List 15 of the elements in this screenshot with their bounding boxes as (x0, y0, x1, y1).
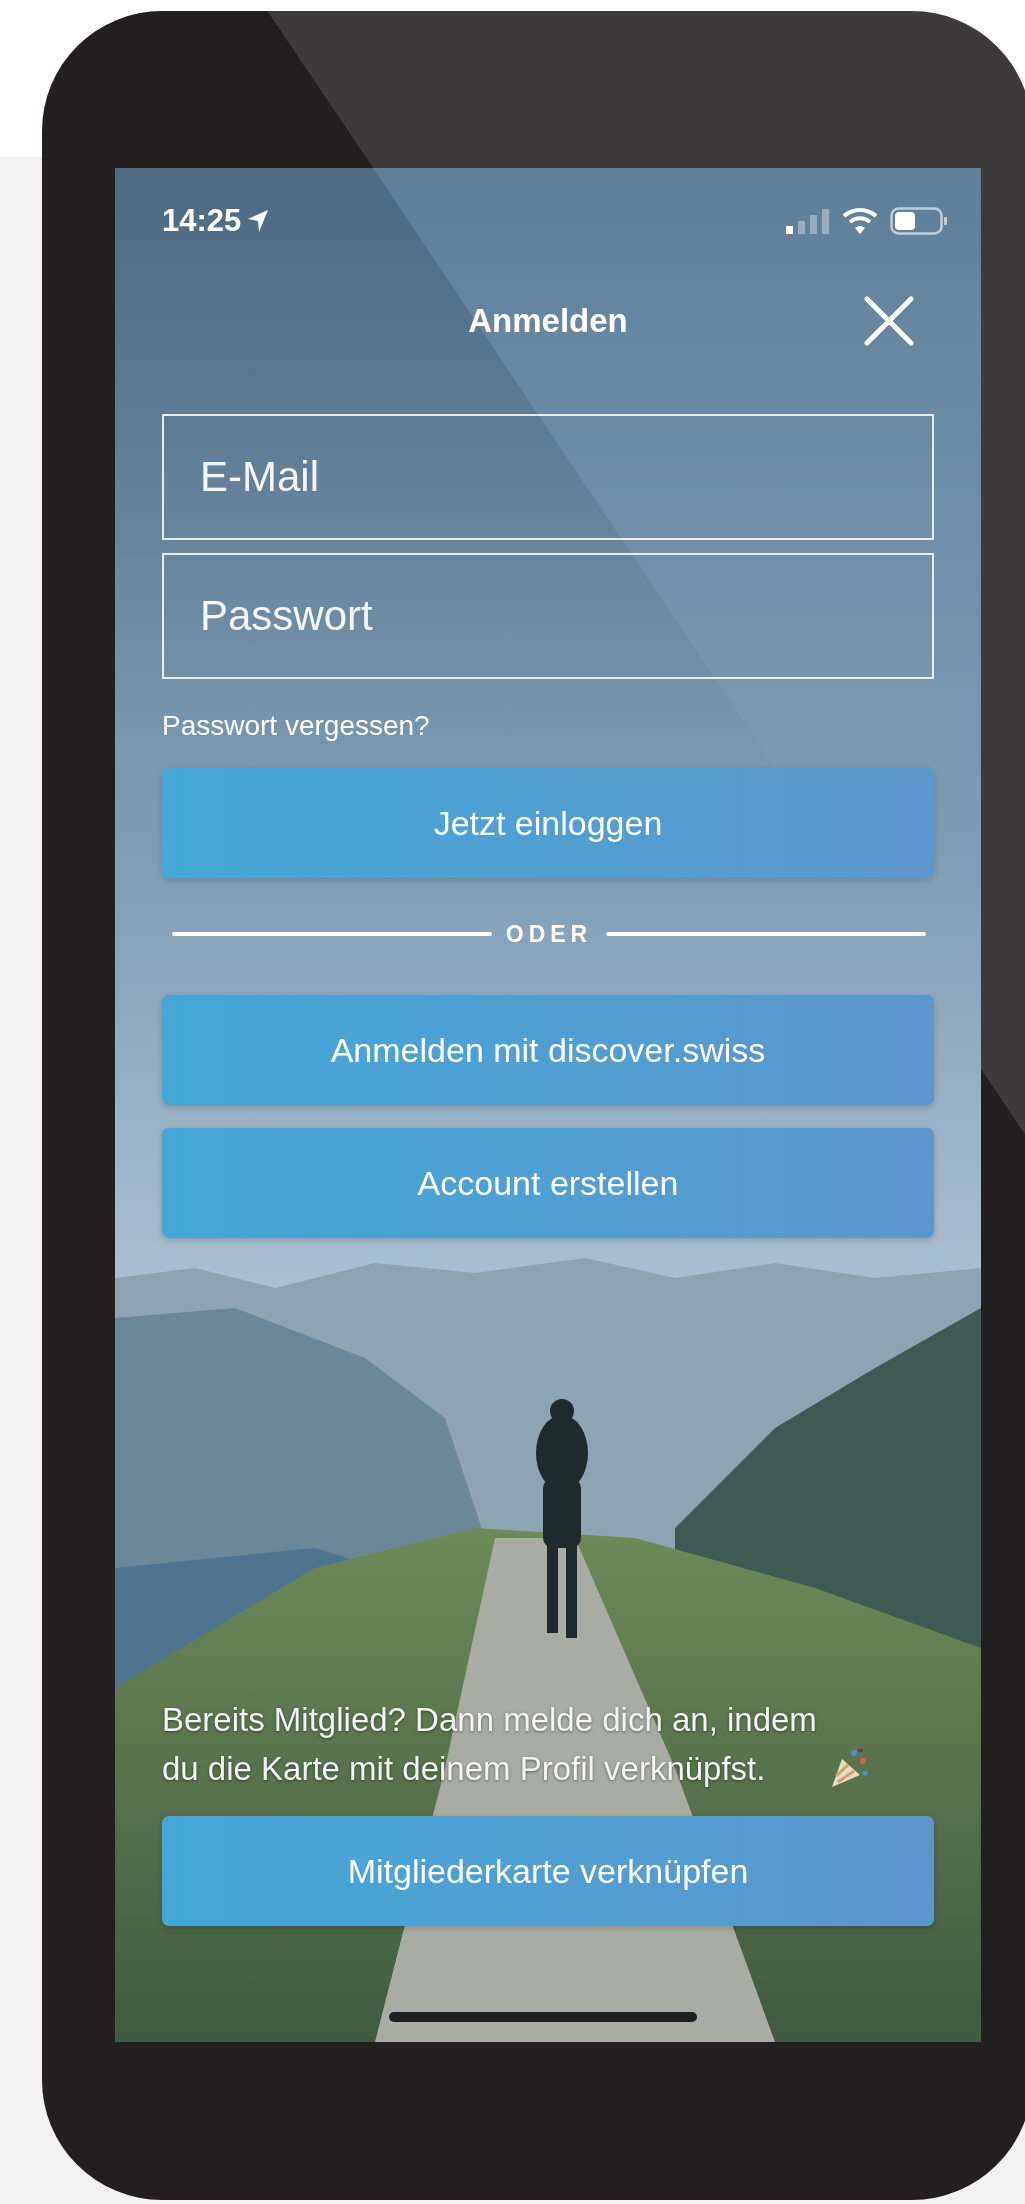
link-member-card-button[interactable]: Mitgliederkarte verknüpfen (162, 1816, 934, 1926)
discover-login-button[interactable]: Anmelden mit discover.swiss (162, 995, 934, 1105)
divider-label: ODER (505, 920, 593, 948)
status-time: 14:25 (162, 203, 242, 239)
password-field[interactable]: Passwort (162, 553, 934, 679)
forgot-password-link[interactable]: Passwort vergessen? (162, 706, 430, 746)
signal-icon (786, 208, 830, 234)
login-button[interactable]: Jetzt einloggen (162, 768, 934, 878)
wifi-icon (842, 207, 878, 235)
location-arrow-icon (247, 209, 270, 233)
email-field[interactable]: E-Mail (162, 414, 934, 540)
create-account-button[interactable]: Account erstellen (162, 1128, 934, 1238)
close-icon[interactable] (864, 296, 914, 346)
battery-icon (890, 207, 948, 235)
screen-title: Anmelden (468, 302, 628, 340)
